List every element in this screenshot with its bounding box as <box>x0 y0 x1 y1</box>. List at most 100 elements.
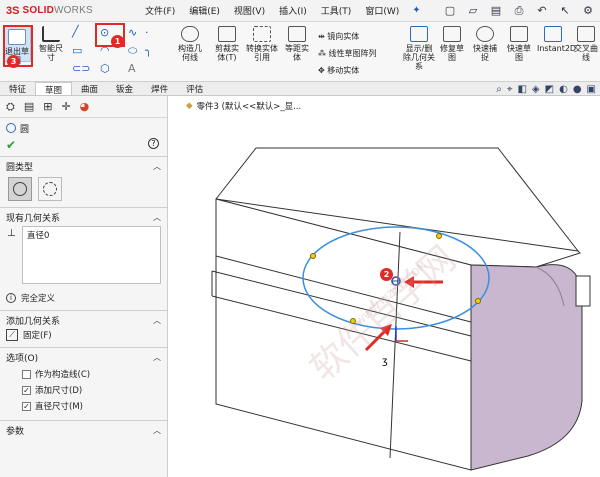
text-icon[interactable]: A <box>128 62 136 75</box>
ellipse-icon[interactable]: ⬭ <box>128 44 137 58</box>
line-icon[interactable]: ╱ <box>72 25 79 38</box>
print-icon[interactable]: ⎙ <box>509 2 529 19</box>
circle-type-options <box>0 175 167 207</box>
relation-item[interactable]: 直径0 <box>27 229 156 241</box>
tab-sheet-metal[interactable]: 钣金 <box>107 82 142 95</box>
diameter-dimension-checkbox[interactable]: ✓ 直径尺寸(M) <box>0 398 167 414</box>
side-face <box>470 264 583 471</box>
relations-list[interactable]: 直径0 <box>22 226 161 284</box>
save-icon[interactable]: ▤ <box>486 2 506 19</box>
quadrant-point[interactable] <box>310 253 316 259</box>
tab-weldments[interactable]: 焊件 <box>142 82 177 95</box>
trim-entities-icon <box>218 26 236 42</box>
trim-entities-button[interactable]: 剪裁实体(T) <box>212 26 242 62</box>
existing-relations-header[interactable]: 现有几何关系 ︿ <box>0 208 167 226</box>
repair-sketch-button[interactable]: 修复草图 <box>438 26 466 62</box>
undo-icon[interactable]: ↶ <box>532 2 552 19</box>
zoom-area-icon[interactable]: ⌖ <box>507 84 513 95</box>
hide-show-icon[interactable]: ◐ <box>559 84 568 95</box>
scene-icon[interactable]: ▣ <box>587 84 596 95</box>
tab-features[interactable]: 特征 <box>0 82 35 95</box>
zoom-fit-icon[interactable]: ⌕ <box>496 84 502 95</box>
add-relations-header[interactable]: 添加几何关系 ︿ <box>0 311 167 329</box>
quick-snaps-label: 快速捕捉 <box>473 44 497 62</box>
display-style-icon[interactable]: ◩ <box>545 84 554 95</box>
rectangle-icon[interactable]: ▭ <box>72 44 82 57</box>
display-manager-icon[interactable]: ◕ <box>80 100 90 113</box>
menu-window[interactable]: 窗口(W) <box>358 4 406 17</box>
quadrant-point[interactable] <box>436 233 442 239</box>
polygon-icon[interactable]: ⬡ <box>100 62 110 75</box>
construction-checkbox[interactable]: 作为构造线(C) <box>0 366 167 382</box>
info-icon: i <box>6 293 16 303</box>
perimeter-circle-icon <box>43 182 57 196</box>
breadcrumb: ◆ 零件3 (默认<<默认>_显... <box>186 100 301 112</box>
slot-icon[interactable]: ⊂⊃ <box>72 62 90 75</box>
logo-mark: 3S <box>6 4 20 17</box>
open-icon[interactable]: ▱ <box>463 2 483 19</box>
tab-surfaces[interactable]: 曲面 <box>72 82 107 95</box>
mirror-entities-button[interactable]: ⇹ 镜向实体 <box>318 28 377 45</box>
property-manager: ⛭ ▤ ⊞ ✛ ◕ 圆 ? ✔ 圆类型 ︿ 现有几何关系 ︿ ⊥ 直径0 i 完… <box>0 96 168 477</box>
existing-relations-section: 现有几何关系 ︿ ⊥ 直径0 i 完全定义 <box>0 207 167 310</box>
dimension-marker: ʒ <box>382 356 388 367</box>
rebuild-icon[interactable]: ⚙ <box>578 2 598 19</box>
fillet-icon[interactable]: ╮ <box>145 44 152 57</box>
menu-tools[interactable]: 工具(T) <box>314 4 359 17</box>
add-dimension-checkbox[interactable]: ✓ 添加尺寸(D) <box>0 382 167 398</box>
appearance-icon[interactable]: ● <box>573 84 582 95</box>
ok-check-button[interactable]: ✔ <box>0 138 167 156</box>
instant2d-label: Instant2D <box>537 44 577 53</box>
menu-edit[interactable]: 编辑(E) <box>182 4 227 17</box>
model-viewport: ʒ 软件自学网 WWW.RJZXW.COM <box>211 147 591 471</box>
instant2d-icon <box>544 26 562 42</box>
menu-file[interactable]: 文件(F) <box>138 4 182 17</box>
center-circle-option[interactable] <box>8 177 32 201</box>
feature-tree-icon[interactable]: ⛭ <box>6 100 15 114</box>
quadrant-point[interactable] <box>475 298 481 304</box>
dimxpert-icon[interactable]: ✛ <box>61 100 70 113</box>
convert-entities-button[interactable]: 转换实体引用 <box>246 26 278 62</box>
graphics-area[interactable]: ◆ 零件3 (默认<<默认>_显... ʒ 软件自学网 WWW.RJZXW.CO… <box>168 96 600 477</box>
property-manager-icon[interactable]: ▤ <box>24 100 34 113</box>
intersection-curve-label: 交叉曲线 <box>574 44 598 62</box>
intersection-curve-icon <box>577 26 595 42</box>
offset-entities-button[interactable]: 等距实体 <box>283 26 311 62</box>
new-doc-icon[interactable]: ▢ <box>440 2 460 19</box>
circle-type-header[interactable]: 圆类型 ︿ <box>0 157 167 175</box>
select-icon[interactable]: ↖ <box>555 2 575 19</box>
spline-icon[interactable]: ∿ <box>128 26 137 39</box>
pin-icon[interactable]: ✦ <box>412 5 420 16</box>
rapid-sketch-button[interactable]: 快速草图 <box>505 26 533 62</box>
side-notch <box>575 275 591 307</box>
instant2d-button[interactable]: Instant2D <box>537 26 576 53</box>
help-icon[interactable]: ? <box>148 138 159 149</box>
fix-icon: ⟋ <box>6 329 18 341</box>
config-manager-icon[interactable]: ⊞ <box>43 100 52 113</box>
fully-defined-status: 完全定义 <box>21 294 56 304</box>
trim-icon <box>181 26 199 42</box>
menu-insert[interactable]: 插入(I) <box>272 4 314 17</box>
linear-pattern-button[interactable]: ⁂ 线性草图阵列 <box>318 45 377 62</box>
fix-relation-row[interactable]: ⟋ 固定(F) <box>0 329 167 347</box>
perimeter-circle-option[interactable] <box>38 177 62 201</box>
tab-evaluate[interactable]: 评估 <box>177 82 212 95</box>
display-delete-relations-button[interactable]: 显示/删除几何关系 <box>402 26 436 71</box>
move-entities-button[interactable]: ✥ 移动实体 <box>318 62 377 79</box>
menu-view[interactable]: 视图(V) <box>227 4 272 17</box>
section-view-icon[interactable]: ◧ <box>517 84 526 95</box>
intersection-curve-button[interactable]: 交叉曲线 <box>572 26 600 62</box>
options-header[interactable]: 选项(O) ︿ <box>0 348 167 366</box>
collapse-chevron-icon: ︿ <box>153 161 161 171</box>
construct-label: 构造几何线 <box>178 44 202 62</box>
parameters-header[interactable]: 参数 ︿ <box>0 421 167 439</box>
quick-snaps-button[interactable]: 快速捕捉 <box>471 26 499 62</box>
point-icon[interactable]: · <box>145 26 149 39</box>
smart-dimension-icon <box>42 26 60 42</box>
command-manager-ribbon: 退出草图 智能尺寸 3 ╱ ▭ ⊂⊃ ⊙ ◠ ⬡ ∿ ⬭ A · ╮ 1 构造几… <box>0 22 600 82</box>
tab-sketch[interactable]: 草图 <box>35 82 73 96</box>
trim-button[interactable]: 构造几何线 <box>175 26 205 62</box>
manager-tabs: ⛭ ▤ ⊞ ✛ ◕ <box>0 96 167 118</box>
view-orientation-icon[interactable]: ◈ <box>532 84 540 95</box>
smart-dimension-button[interactable]: 智能尺寸 <box>37 26 65 62</box>
